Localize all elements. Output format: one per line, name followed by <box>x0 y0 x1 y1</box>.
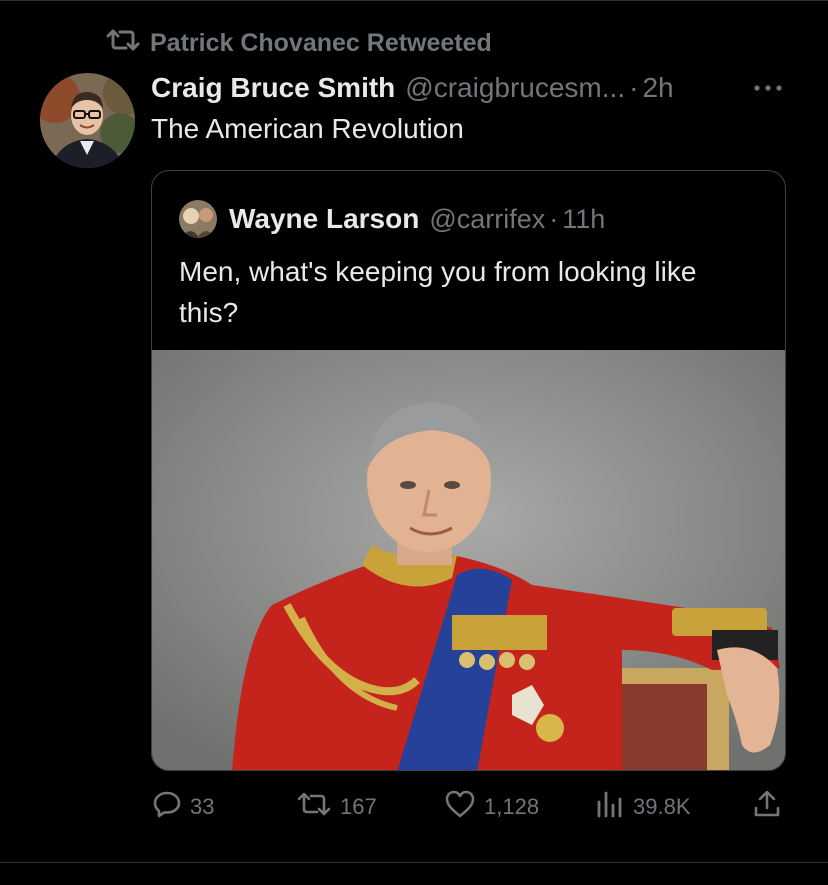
bottom-divider <box>0 862 828 863</box>
retweet-label: Patrick Chovanec Retweeted <box>150 28 492 57</box>
retweet-button[interactable]: 167 <box>296 788 377 826</box>
tweet-text: The American Revolution <box>151 113 464 144</box>
quote-text: Men, what's keeping you from looking lik… <box>179 256 697 328</box>
share-button[interactable] <box>752 788 790 826</box>
tweet-header: Craig Bruce Smith @craigbrucesm... · 2h <box>151 70 674 106</box>
retweet-icon <box>106 27 150 60</box>
quote-author-handle: @carrifex <box>429 203 546 234</box>
reply-icon <box>152 789 190 825</box>
share-icon <box>752 789 790 825</box>
like-count: 1,128 <box>484 794 540 819</box>
like-icon <box>444 789 484 825</box>
quote-header: Wayne Larson @carrifex · 11h <box>179 200 606 238</box>
views-button[interactable]: 39.8K <box>595 788 691 826</box>
separator-dot: · <box>629 72 639 103</box>
retweet-context[interactable]: Patrick Chovanec Retweeted <box>106 28 492 58</box>
quoted-tweet[interactable]: Wayne Larson @carrifex · 11h Men, what's… <box>151 170 786 771</box>
reply-count: 33 <box>190 794 215 819</box>
more-icon[interactable] <box>750 76 786 100</box>
action-bar: 33 167 1,128 39.8K <box>0 788 828 826</box>
quote-separator: · <box>549 203 559 234</box>
quote-time: 11h <box>562 203 606 234</box>
retweet-count: 167 <box>340 794 377 819</box>
quote-author-name: Wayne Larson <box>229 203 420 234</box>
quote-author-avatar <box>179 200 217 238</box>
author-name[interactable]: Craig Bruce Smith <box>151 72 395 104</box>
author-handle[interactable]: @craigbrucesm... <box>405 72 625 104</box>
top-divider <box>0 0 828 1</box>
retweet-icon <box>296 790 340 824</box>
reply-button[interactable]: 33 <box>152 788 214 826</box>
views-count: 39.8K <box>633 794 691 819</box>
tweet-time[interactable]: 2h <box>642 72 673 104</box>
like-button[interactable]: 1,128 <box>444 788 539 826</box>
author-avatar[interactable] <box>40 73 135 168</box>
views-icon <box>595 789 633 825</box>
quote-photo[interactable] <box>152 350 785 770</box>
